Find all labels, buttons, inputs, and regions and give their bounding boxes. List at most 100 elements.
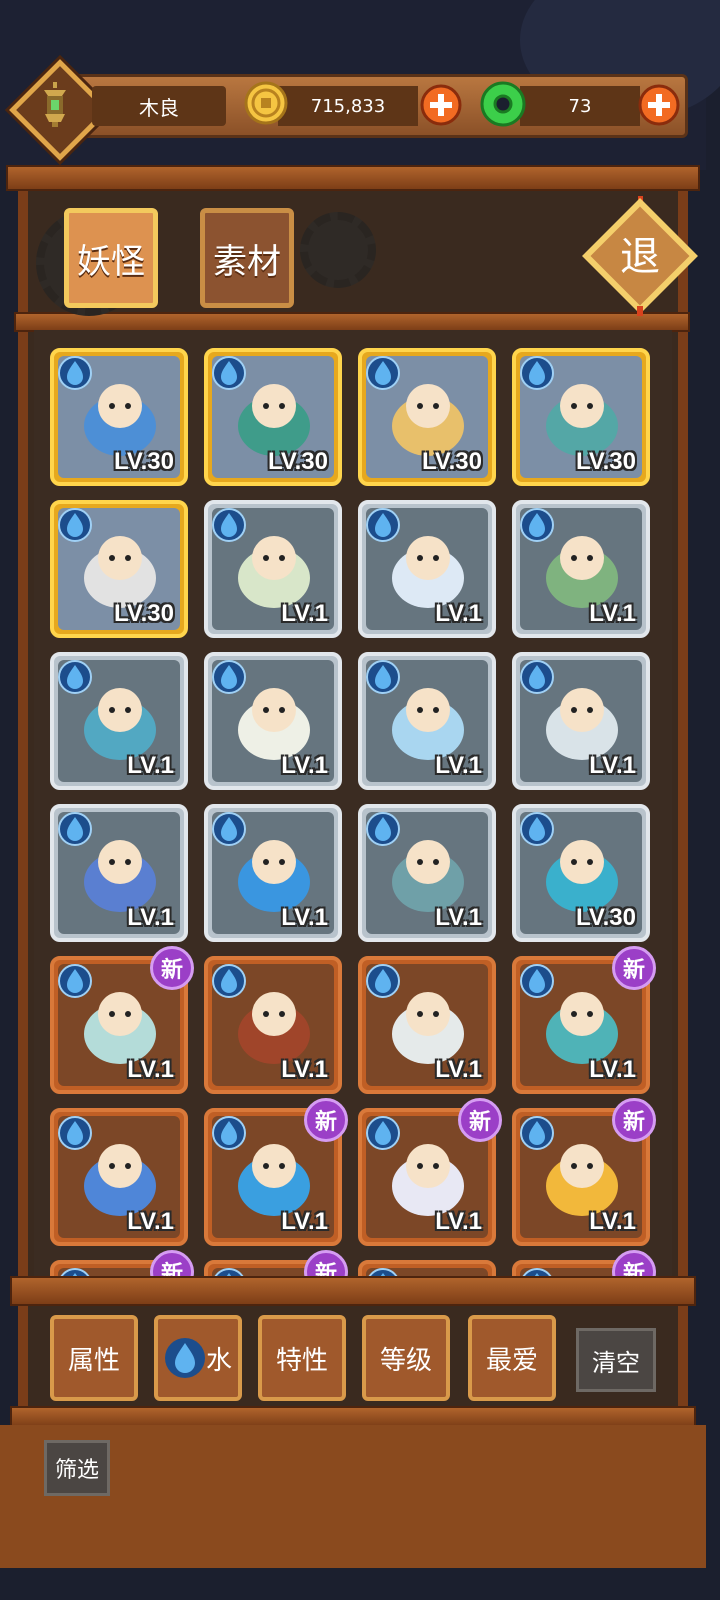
tab-yaoguai[interactable]: 妖怪 [64,208,158,308]
monster-card[interactable]: LV.1 [358,804,496,942]
card-level: LV.1 [589,1208,636,1235]
monster-card[interactable]: LV.1 [50,652,188,790]
player-avatar[interactable] [9,59,111,161]
water-element-icon [58,508,92,542]
new-badge: 新 [304,1098,348,1142]
card-level: LV.30 [267,448,328,475]
new-badge: 新 [150,1250,194,1278]
monster-card[interactable]: LV.1 [204,652,342,790]
new-badge: 新 [612,1250,656,1278]
exit-button[interactable]: 退 [580,196,700,316]
card-level: LV.1 [589,1056,636,1083]
card-level: LV.1 [589,752,636,779]
monster-card[interactable]: LV.1 [358,652,496,790]
jade-count: 73 [520,86,640,126]
monster-card[interactable]: LV.30 [512,804,650,942]
tab-sucai[interactable]: 素材 [200,208,294,308]
card-level: LV.1 [435,904,482,931]
water-element-icon [212,356,246,390]
water-element-icon [366,812,400,846]
water-element-icon [366,660,400,694]
jade-disc-icon [480,81,526,127]
element-filter-label: 水 [205,1345,232,1376]
water-element-icon [58,356,92,390]
water-element-icon [212,964,246,998]
card-level: LV.30 [575,904,636,931]
card-level: LV.1 [281,1056,328,1083]
favorite-filter-button[interactable]: 最爱 [468,1315,556,1401]
card-level: LV.1 [589,600,636,627]
gold-coin-icon [244,81,288,125]
screen-button[interactable]: 筛选 [44,1440,110,1496]
new-badge: 新 [612,946,656,990]
add-coins-button[interactable] [420,84,462,126]
card-level: LV.1 [435,1056,482,1083]
monster-card[interactable]: LV.30 [204,348,342,486]
card-level: LV.1 [435,600,482,627]
coin-count: 715,833 [278,86,418,126]
monster-card[interactable]: LV.1 [204,500,342,638]
card-level: LV.30 [113,600,174,627]
water-element-icon [58,660,92,694]
monster-card[interactable]: LV.1 [204,956,342,1094]
player-name: 木良 [92,86,226,126]
monster-card[interactable]: LV.1 [50,804,188,942]
card-level: LV.30 [575,448,636,475]
card-level: LV.1 [127,1056,174,1083]
new-badge: 新 [458,1098,502,1142]
card-level: LV.30 [421,448,482,475]
water-element-icon [212,812,246,846]
top-beam [6,165,700,191]
add-jade-button[interactable] [638,84,680,126]
card-level: LV.1 [127,1208,174,1235]
element-filter-button[interactable]: 水 [154,1315,242,1401]
water-element-icon [520,964,554,998]
card-level: LV.1 [281,904,328,931]
water-drop-icon [164,1338,205,1378]
card-level: LV.1 [435,752,482,779]
water-element-icon [520,508,554,542]
water-element-icon [58,964,92,998]
monster-card[interactable]: LV.30 [358,348,496,486]
monster-card[interactable]: LV.1 [204,804,342,942]
water-element-icon [366,1116,400,1150]
monster-card[interactable]: LV.1 [358,956,496,1094]
trait-filter-button[interactable]: 特性 [258,1315,346,1401]
water-element-icon [212,660,246,694]
monster-card[interactable]: LV.1 [358,500,496,638]
filter-beam [10,1276,696,1306]
water-element-icon [520,660,554,694]
card-level: LV.30 [113,448,174,475]
card-level: LV.1 [281,752,328,779]
water-element-icon [520,356,554,390]
water-element-icon [366,964,400,998]
monster-card[interactable]: LV.30 [50,500,188,638]
card-level: LV.1 [127,752,174,779]
water-element-icon [520,1116,554,1150]
new-badge: 新 [150,946,194,990]
card-level: LV.1 [127,904,174,931]
level-filter-button[interactable]: 等级 [362,1315,450,1401]
water-element-icon [366,356,400,390]
water-element-icon [212,1116,246,1150]
clear-filters-button[interactable]: 清空 [576,1328,656,1392]
monster-card[interactable]: LV.30 [512,348,650,486]
new-badge: 新 [612,1098,656,1142]
water-element-icon [58,812,92,846]
water-element-icon [212,508,246,542]
water-element-icon [58,1116,92,1150]
monster-card[interactable]: LV.30 [50,348,188,486]
monster-grid[interactable]: LV.30 LV.30 LV.30 LV.30 LV.30 LV.1 LV.1 LV.1 LV.… [34,330,672,1278]
monster-card[interactable]: LV.1 [512,500,650,638]
exit-label: 退 [620,234,660,280]
monster-card[interactable]: LV.1 [50,1108,188,1246]
water-element-icon [520,812,554,846]
monster-card[interactable]: LV.1 [512,652,650,790]
water-element-icon [366,508,400,542]
card-level: LV.1 [281,1208,328,1235]
card-level: LV.1 [281,600,328,627]
gear-decoration-mid [300,212,376,288]
lantern-icon [44,82,66,127]
new-badge: 新 [304,1250,348,1278]
attribute-filter-button[interactable]: 属性 [50,1315,138,1401]
